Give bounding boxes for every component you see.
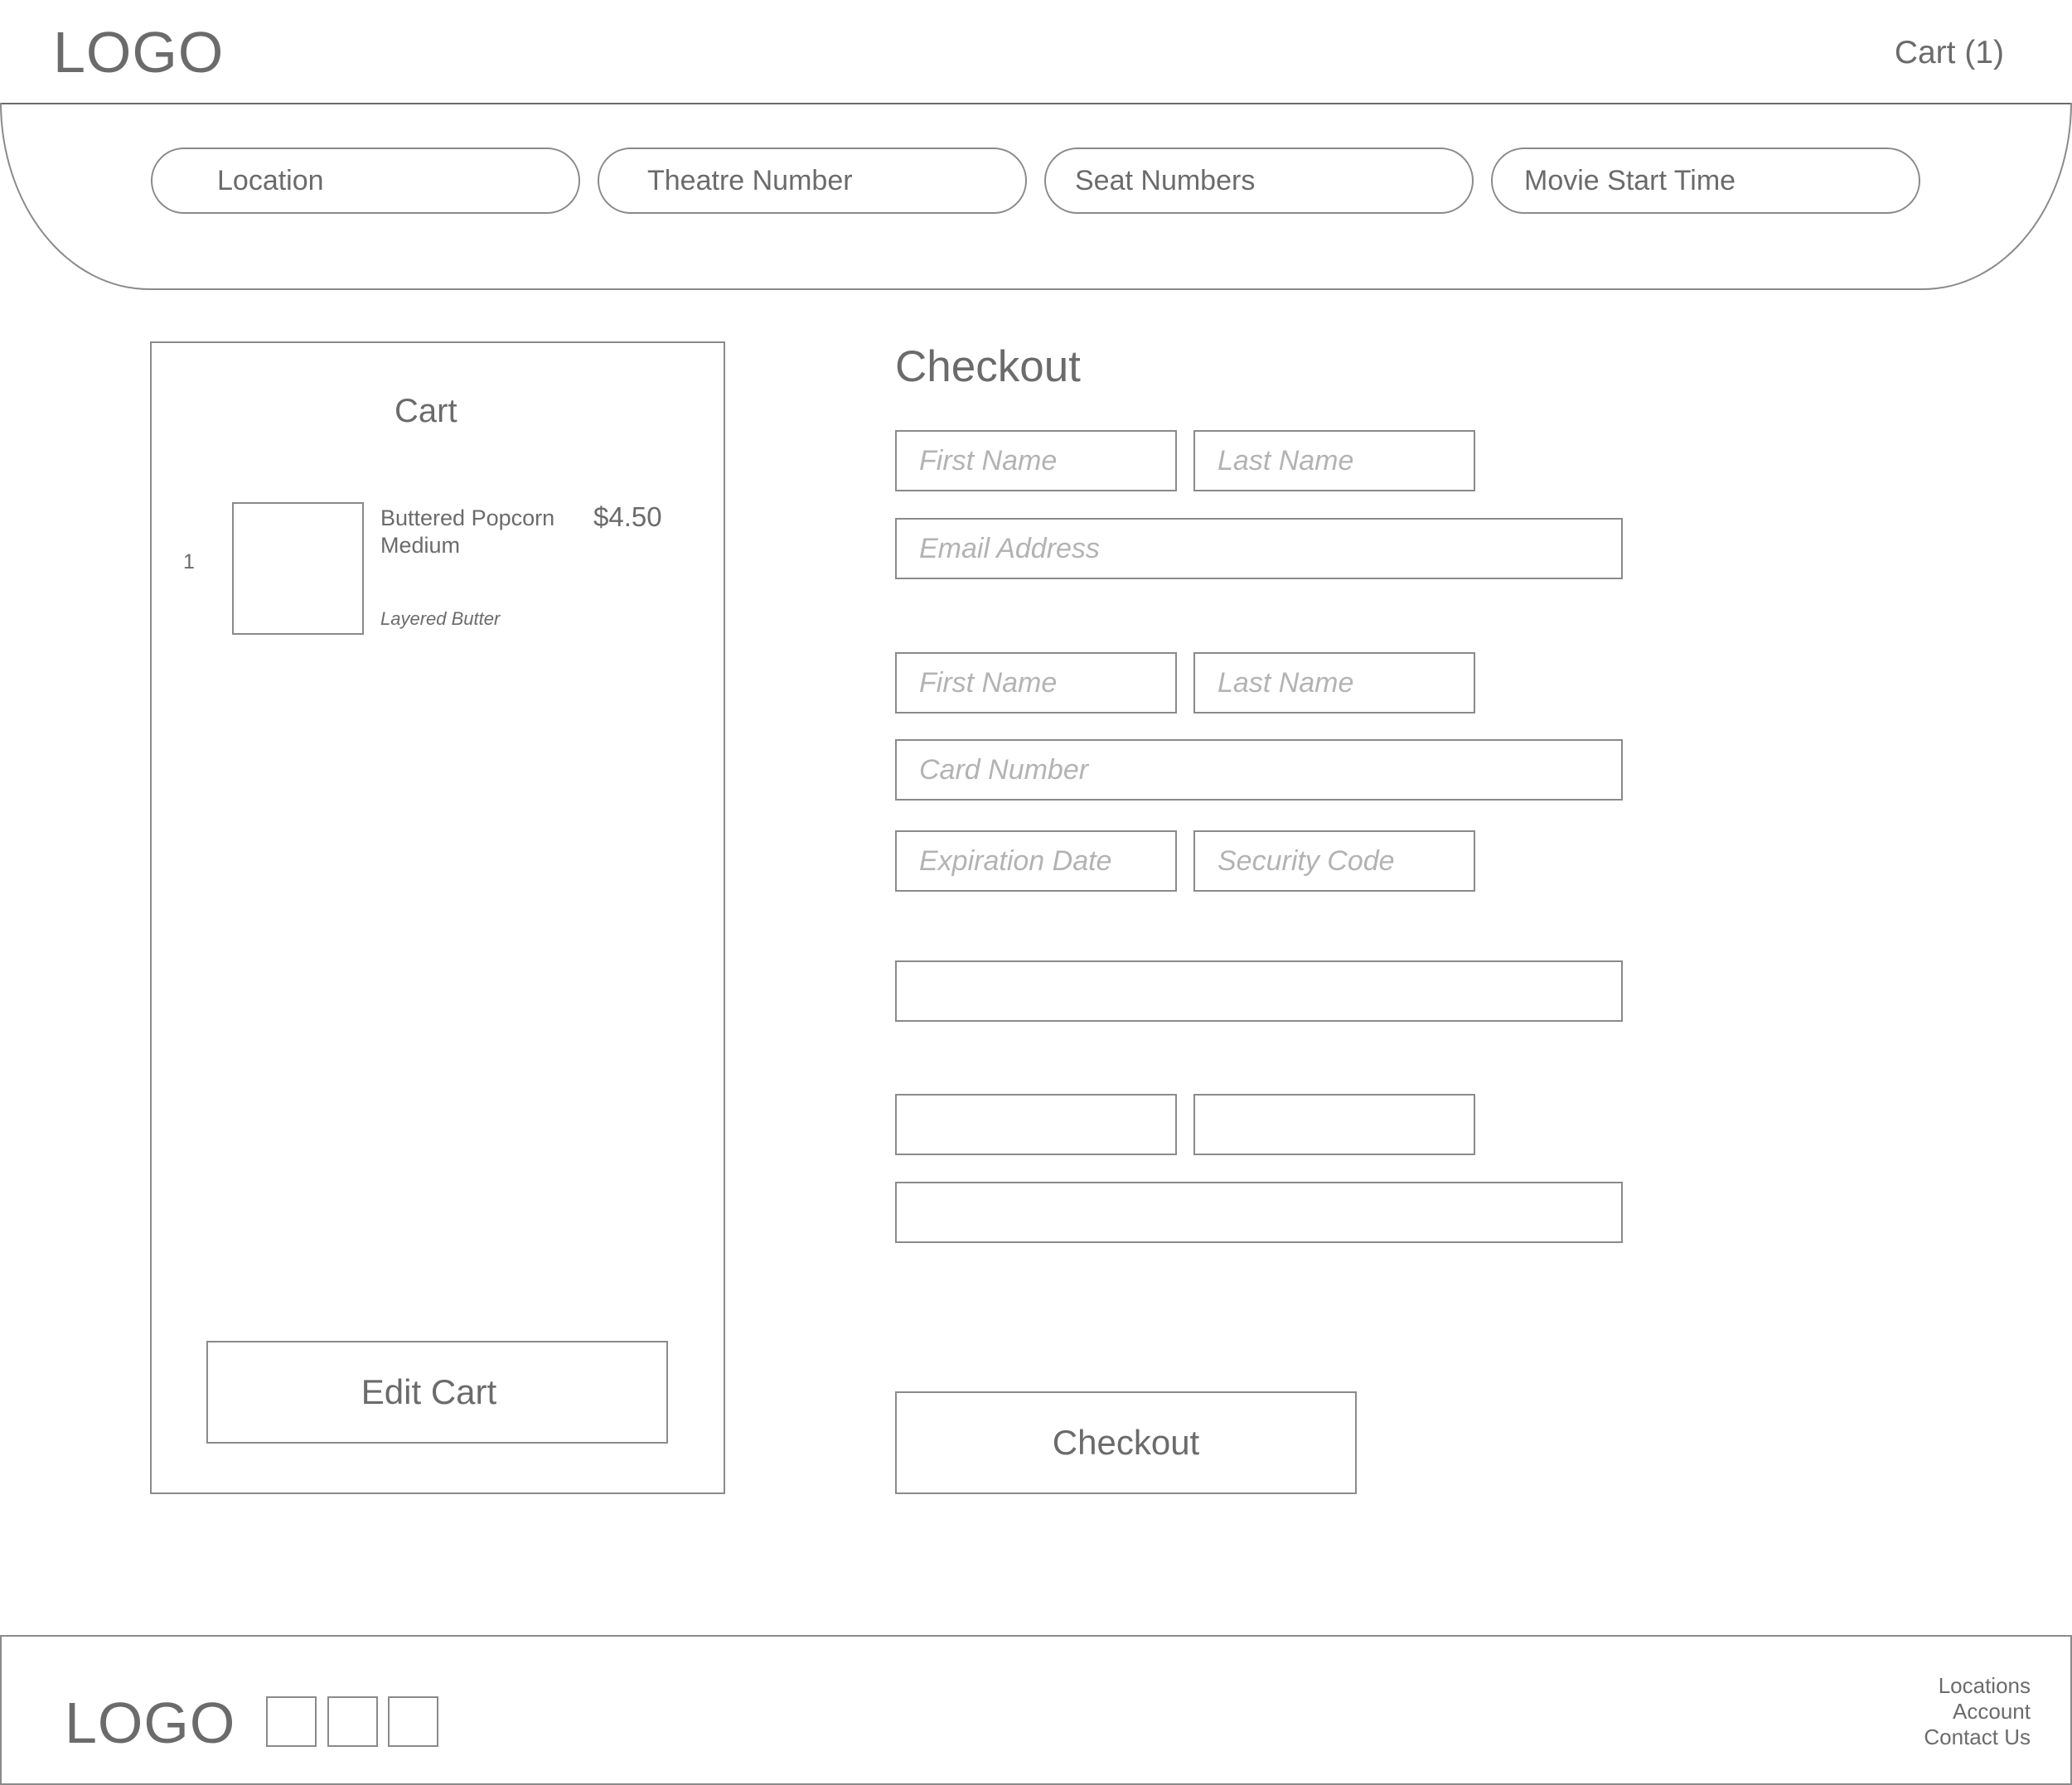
edit-cart-button[interactable]: Edit Cart [206,1341,668,1444]
card-first-name-input[interactable] [895,652,1177,714]
cart-item-name: Buttered Popcorn Medium [380,506,555,558]
header-logo[interactable]: LOGO [53,23,224,81]
cart-item-quantity: 1 [183,550,195,573]
address-line-input[interactable] [895,960,1623,1022]
footer-link-locations[interactable]: Locations [1939,1675,2031,1696]
security-code-input[interactable] [1193,830,1475,892]
filter-seat-numbers-pill[interactable]: Seat Numbers [1044,148,1474,214]
social-icon-3[interactable] [388,1696,438,1747]
social-icon-1[interactable] [266,1696,317,1747]
contact-last-name-input[interactable] [1193,430,1475,491]
cart-title: Cart [395,393,457,429]
filter-location-pill[interactable]: Location [151,148,580,214]
footer-link-contact-us[interactable]: Contact Us [1924,1726,2031,1748]
cart-item-image [232,502,364,635]
filter-movie-start-time-pill[interactable]: Movie Start Time [1491,148,1920,214]
city-input[interactable] [895,1094,1177,1155]
footer-logo[interactable]: LOGO [65,1694,235,1752]
zip-input[interactable] [895,1182,1623,1243]
email-input[interactable] [895,518,1623,579]
filter-theatre-number-pill[interactable]: Theatre Number [598,148,1027,214]
footer-link-account[interactable]: Account [1953,1700,2031,1722]
social-icon-2[interactable] [327,1696,378,1747]
cart-item-price: $4.50 [593,501,662,532]
state-input[interactable] [1193,1094,1475,1155]
card-number-input[interactable] [895,739,1623,801]
contact-first-name-input[interactable] [895,430,1177,491]
cart-item-option: Layered Butter [380,608,501,629]
expiration-date-input[interactable] [895,830,1177,892]
checkout-title: Checkout [895,342,1081,391]
checkout-button[interactable]: Checkout [895,1391,1357,1494]
header-cart-link[interactable]: Cart (1) [1895,36,2004,69]
card-last-name-input[interactable] [1193,652,1475,714]
